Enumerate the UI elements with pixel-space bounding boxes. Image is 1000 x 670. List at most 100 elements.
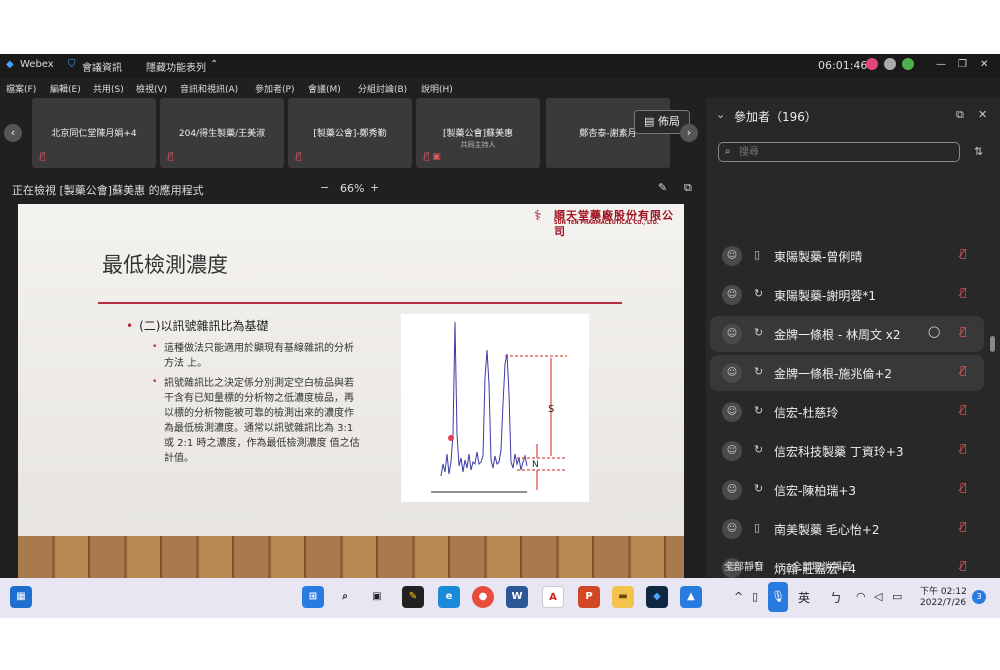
popout-icon[interactable]: ⧉ (684, 181, 692, 195)
participant-row[interactable]: ☺ ↻ 信宏-陳柏瑞+3 🎙̸ (710, 472, 984, 508)
mic-muted-icon[interactable]: 🎙̸ (960, 442, 967, 455)
bullet-main-text: (二)以訊號雜訊比為基礎 (139, 319, 269, 333)
participant-row[interactable]: ☺ ↻ 東陽製藥-謝明蓉*1 🎙̸ (710, 277, 984, 313)
sort-icon[interactable]: ⇅ (974, 145, 983, 158)
avatar: ☺ (722, 441, 742, 461)
start-icon[interactable]: ⊞ (302, 586, 324, 608)
collapse-chevron-icon[interactable]: ⌄ (716, 108, 725, 121)
maximize-icon[interactable]: ❐ (958, 59, 967, 70)
tile-name: 北京同仁堂陳月娟+4 (51, 129, 137, 139)
wifi-icon[interactable]: ◠ (856, 590, 866, 603)
mute-all-button[interactable]: 全部靜音 (724, 558, 764, 573)
recording-icon[interactable] (866, 58, 878, 70)
phone-device-icon: ▯ (754, 521, 761, 534)
voice-typing-icon[interactable]: 🎙 (768, 582, 788, 612)
participant-row[interactable]: ☺ ↻ 金牌一條根 - 林周文 x2 ◯ 🎙̸ (710, 316, 984, 352)
tile-role: 共同主持人 (460, 141, 496, 149)
video-tile[interactable]: 204/得生製藥/王美淑 🎙̸ (160, 98, 284, 168)
video-tile[interactable]: 北京同仁堂陳月娟+4 🎙̸ (32, 98, 156, 168)
menu-help[interactable]: 說明(H) (421, 82, 453, 95)
tray-chevron-icon[interactable]: ^ (734, 590, 743, 603)
close-icon[interactable]: ✕ (980, 59, 988, 70)
connection-icon[interactable] (902, 58, 914, 70)
search-box[interactable]: ⌕ (718, 142, 960, 162)
annotate-icon[interactable]: ✎ (658, 181, 667, 194)
chrome-icon[interactable]: ● (472, 586, 494, 608)
menu-breakout[interactable]: 分組討論(B) (358, 82, 407, 95)
search-input[interactable] (739, 145, 939, 159)
mic-muted-icon[interactable]: 🎙̸ (960, 286, 967, 299)
menu-share[interactable]: 共用(S) (93, 82, 124, 95)
unmute-all-button[interactable]: 全部取消靜音 (792, 558, 852, 573)
close-panel-icon[interactable]: ✕ (978, 108, 987, 121)
viewing-label: 正在檢視 [製藥公會]蘇美惠 的應用程式 (12, 184, 204, 197)
word-icon[interactable]: W (506, 586, 528, 608)
menu-participants[interactable]: 參加者(P) (255, 82, 294, 95)
menu-edit[interactable]: 編輯(E) (50, 82, 81, 95)
minimize-icon[interactable]: — (936, 59, 946, 70)
volume-icon[interactable]: ◁ (874, 590, 882, 603)
ime-language[interactable]: 英 (798, 589, 810, 606)
edge-icon[interactable]: e (438, 586, 460, 608)
mic-muted-icon[interactable]: 🎙̸ (960, 481, 967, 494)
pdf-icon[interactable]: A (542, 586, 564, 608)
participant-row[interactable]: ☺ ▯ 東陽製藥-曾俐晴 🎙̸ (710, 238, 984, 274)
prev-arrow-icon[interactable]: ‹ (4, 124, 22, 142)
shield-icon: ⛉ (68, 59, 76, 70)
bullet-sub-1: 這種做法只能適用於顯現有基線雜訊的分析方法 上。 (164, 341, 358, 371)
panel-scrollbar[interactable] (990, 336, 995, 352)
menu-meeting[interactable]: 會議(M) (308, 82, 341, 95)
participant-row[interactable]: ☺ ▯ 南美製藥 毛心怡+2 🎙̸ (710, 511, 984, 547)
status-icon[interactable] (884, 58, 896, 70)
meeting-info-button[interactable]: 會議資訊 (82, 59, 122, 74)
photos-icon[interactable]: ▲ (680, 586, 702, 608)
powerpoint-icon[interactable]: P (578, 586, 600, 608)
next-arrow-icon[interactable]: › (680, 124, 698, 142)
mic-muted-icon[interactable]: 🎙̸ (960, 559, 967, 572)
mic-muted-icon[interactable]: 🎙̸ (960, 520, 967, 533)
participant-row[interactable]: ☺ ↻ 金牌一條根-施兆倫+2 🎙̸ (710, 355, 984, 391)
participant-row[interactable]: ☺ ↻ 信宏科技製藥 丁資玲+3 🎙̸ (710, 433, 984, 469)
chevron-up-icon[interactable]: ⌃ (210, 59, 218, 70)
mic-muted-icon: 🎙̸ (296, 152, 302, 162)
mic-muted-icon[interactable]: 🎙̸ (960, 247, 967, 260)
participant-name: 信宏科技製藥 丁資玲+3 (774, 445, 904, 459)
video-tile[interactable]: [製藥公會]-鄭秀勤 🎙̸ (288, 98, 412, 168)
meeting-timer: 06:01:46 (818, 59, 868, 72)
hide-menu-button[interactable]: 隱藏功能表列 (146, 59, 206, 74)
battery-icon[interactable]: ▭ (892, 590, 902, 603)
file-explorer-icon[interactable]: ▬ (612, 586, 634, 608)
zoom-in-button[interactable]: + (370, 181, 379, 194)
chat-icon[interactable]: ◯ (928, 325, 940, 338)
popout-icon[interactable]: ⧉ (956, 108, 964, 122)
title-divider (98, 302, 622, 304)
sticky-notes-icon[interactable]: ✎ (402, 586, 424, 608)
search-icon[interactable]: ⌕ (334, 586, 356, 608)
share-bar: 正在檢視 [製藥公會]蘇美惠 的應用程式 − 66% + ✎ ⧉ (0, 176, 706, 202)
mic-muted-icon[interactable]: 🎙̸ (960, 325, 967, 338)
panel-title: 參加者（196） (734, 110, 817, 124)
search-icon: ⌕ (725, 146, 731, 157)
sub-bullet-marker: • (152, 377, 158, 387)
video-tile[interactable]: [製藥公會]蘇美惠 共同主持人 🎙̸ ▣ (416, 98, 540, 168)
notification-badge[interactable]: 3 (972, 590, 986, 604)
task-view-icon[interactable]: ▣ (366, 586, 388, 608)
clock-time[interactable]: 下午 02:12 (920, 584, 967, 597)
menu-bar: 檔案(F) 編輯(E) 共用(S) 檢視(V) 音訊和視訊(A) 參加者(P) … (0, 78, 1000, 98)
menu-file[interactable]: 檔案(F) (6, 82, 36, 95)
mic-muted-icon[interactable]: 🎙̸ (960, 364, 967, 377)
shared-slide: ⚕ 順天堂藥廠股份有限公司 SUN TEN PHARMACEUTICAL CO.… (18, 204, 684, 578)
menu-audio-video[interactable]: 音訊和視訊(A) (180, 82, 238, 95)
zoom-out-button[interactable]: − (320, 181, 329, 194)
phone-icon[interactable]: ▯ (752, 590, 758, 603)
clock-date[interactable]: 2022/7/26 (920, 598, 966, 608)
participant-row[interactable]: ☺ ↻ 信宏-杜慈玲 🎙̸ (710, 394, 984, 430)
layout-icon: ▤ (644, 115, 658, 128)
widgets-icon[interactable]: ▦ (10, 586, 32, 608)
webex-taskbar-icon[interactable]: ◆ (646, 586, 668, 608)
avatar: ☺ (722, 480, 742, 500)
mic-muted-icon[interactable]: 🎙̸ (960, 403, 967, 416)
ime-mode[interactable]: ㄅ (830, 589, 842, 606)
s-label: S (548, 404, 554, 415)
menu-view[interactable]: 檢視(V) (136, 82, 167, 95)
